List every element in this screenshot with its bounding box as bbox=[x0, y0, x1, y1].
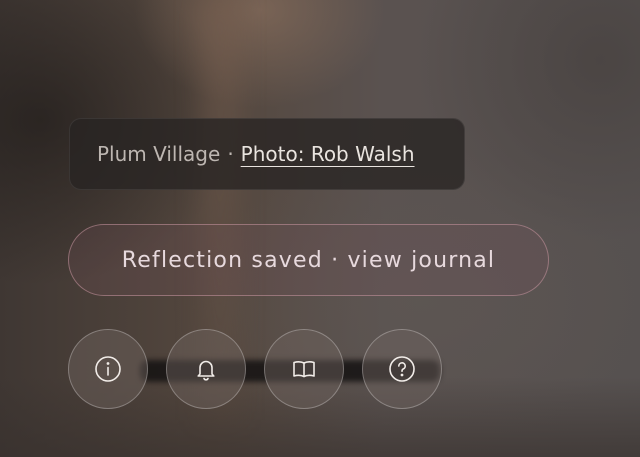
info-icon bbox=[95, 356, 121, 382]
credit-separator: · bbox=[227, 142, 234, 166]
help-icon bbox=[389, 356, 415, 382]
photo-credit-card: Plum Village · Photo: Rob Walsh bbox=[69, 118, 465, 190]
location-label: Plum Village bbox=[97, 142, 221, 166]
help-button[interactable] bbox=[362, 329, 442, 409]
reflection-saved-toast[interactable]: Reflection saved · view journal bbox=[68, 224, 549, 296]
info-button[interactable] bbox=[68, 329, 148, 409]
book-icon bbox=[293, 361, 315, 378]
photographer-link[interactable]: Photo: Rob Walsh bbox=[241, 142, 415, 166]
action-buttons bbox=[68, 329, 442, 409]
journal-button[interactable] bbox=[264, 329, 344, 409]
notifications-button[interactable] bbox=[166, 329, 246, 409]
bell-icon bbox=[197, 360, 215, 381]
toast-text: Reflection saved · view journal bbox=[121, 247, 496, 273]
